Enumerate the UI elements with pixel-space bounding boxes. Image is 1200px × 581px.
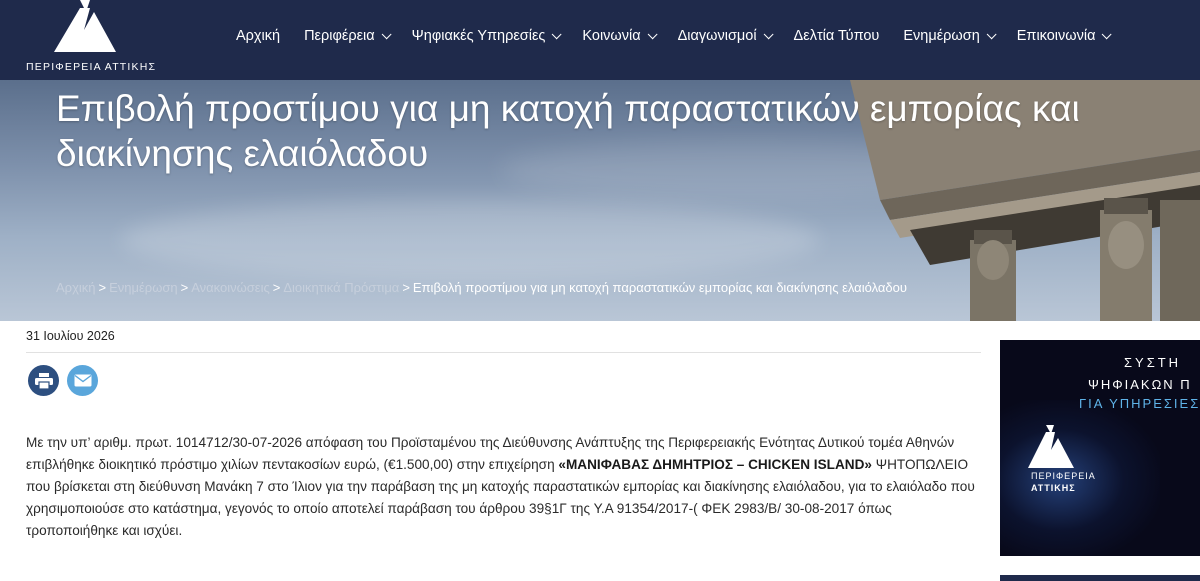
nav-item-digital-services[interactable]: Ψηφιακές Υπηρεσίες [412, 28, 562, 44]
banner-subheading: ΓΙΑ ΥΠΗΡΕΣΙΕΣ Π [1079, 396, 1200, 411]
breadcrumb-separator: > [98, 280, 107, 295]
banner-heading: ΣΥΣΤΗ [1124, 355, 1182, 370]
logo-text: ΠΕΡΙΦΕΡΕΙΑ ΑΤΤΙΚΗΣ [26, 61, 157, 73]
main-nav: Αρχική Περιφέρεια Ψηφιακές Υπηρεσίες Κοι… [236, 0, 1132, 72]
breadcrumb-link-announcements[interactable]: Ανακοινώσεις [191, 280, 270, 295]
divider [26, 352, 981, 353]
breadcrumb-link-fines[interactable]: Διοικητικά Πρόστιμα [283, 280, 399, 295]
nav-item-press-releases[interactable]: Δελτία Τύπου [794, 28, 880, 44]
chevron-down-icon [986, 28, 997, 39]
email-share-button[interactable] [67, 365, 98, 396]
nav-item-region[interactable]: Περιφέρεια [304, 28, 392, 44]
breadcrumb-current: Επιβολή προστίμου για μη κατοχή παραστατ… [412, 280, 907, 295]
breadcrumb-separator: > [272, 280, 281, 295]
breadcrumb-link-home[interactable]: Αρχική [56, 280, 96, 295]
digital-services-banner[interactable]: ΣΥΣΤΗ ΨΗΦΙΑΚΩΝ Π ΓΙΑ ΥΠΗΡΕΣΙΕΣ Π ΠΕΡΙΦΕΡ… [1000, 340, 1200, 556]
business-name: «ΜΑΝΙΦΑΒΑΣ ΔΗΜΗΤΡΙΟΣ – CHICKEN ISLAND» [558, 457, 872, 472]
site-logo[interactable]: ΠΕΡΙΦΕΡΕΙΑ ΑΤΤΙΚΗΣ [20, 0, 160, 80]
sidebar-next-banner [1000, 575, 1200, 581]
nav-item-tenders[interactable]: Διαγωνισμοί [678, 28, 774, 44]
chevron-down-icon [763, 28, 774, 39]
breadcrumb: Αρχική > Ενημέρωση > Ανακοινώσεις > Διοικητικά… [56, 280, 907, 295]
nav-item-news[interactable]: Ενημέρωση [903, 28, 997, 44]
hero-cloud [120, 200, 820, 280]
banner-heading: ΨΗΦΙΑΚΩΝ Π [1088, 377, 1192, 392]
breadcrumb-separator: > [180, 280, 189, 295]
nav-item-home[interactable]: Αρχική [236, 28, 280, 44]
logo-mark-icon [1028, 425, 1074, 468]
chevron-down-icon [381, 28, 392, 39]
nav-item-society[interactable]: Κοινωνία [582, 28, 658, 44]
envelope-icon [74, 374, 91, 387]
chevron-down-icon [1102, 28, 1113, 39]
banner-logo-text: ΑΤΤΙΚΗΣ [1031, 483, 1076, 493]
page-title: Επιβολή προστίμου για μη κατοχή παραστατ… [56, 88, 1080, 174]
hero-banner: Επιβολή προστίμου για μη κατοχή παραστατ… [0, 80, 1200, 321]
post-date: 31 Ιουλίου 2026 [26, 329, 115, 343]
breadcrumb-separator: > [402, 280, 410, 295]
chevron-down-icon [552, 28, 562, 39]
printer-icon [34, 372, 53, 389]
print-button[interactable] [28, 365, 59, 396]
site-header: ΠΕΡΙΦΕΡΕΙΑ ΑΤΤΙΚΗΣ Αρχική Περιφέρεια Ψηφ… [0, 0, 1200, 80]
chevron-down-icon [647, 28, 658, 39]
banner-logo-text: ΠΕΡΙΦΕΡΕΙΑ [1031, 471, 1096, 481]
nav-item-contact[interactable]: Επικοινωνία [1017, 28, 1113, 44]
logo-mark-icon [54, 0, 116, 52]
article-body: Με την υπ’ αριθμ. πρωτ. 1014712/30-07-20… [26, 432, 981, 542]
breadcrumb-link-news[interactable]: Ενημέρωση [109, 280, 178, 295]
